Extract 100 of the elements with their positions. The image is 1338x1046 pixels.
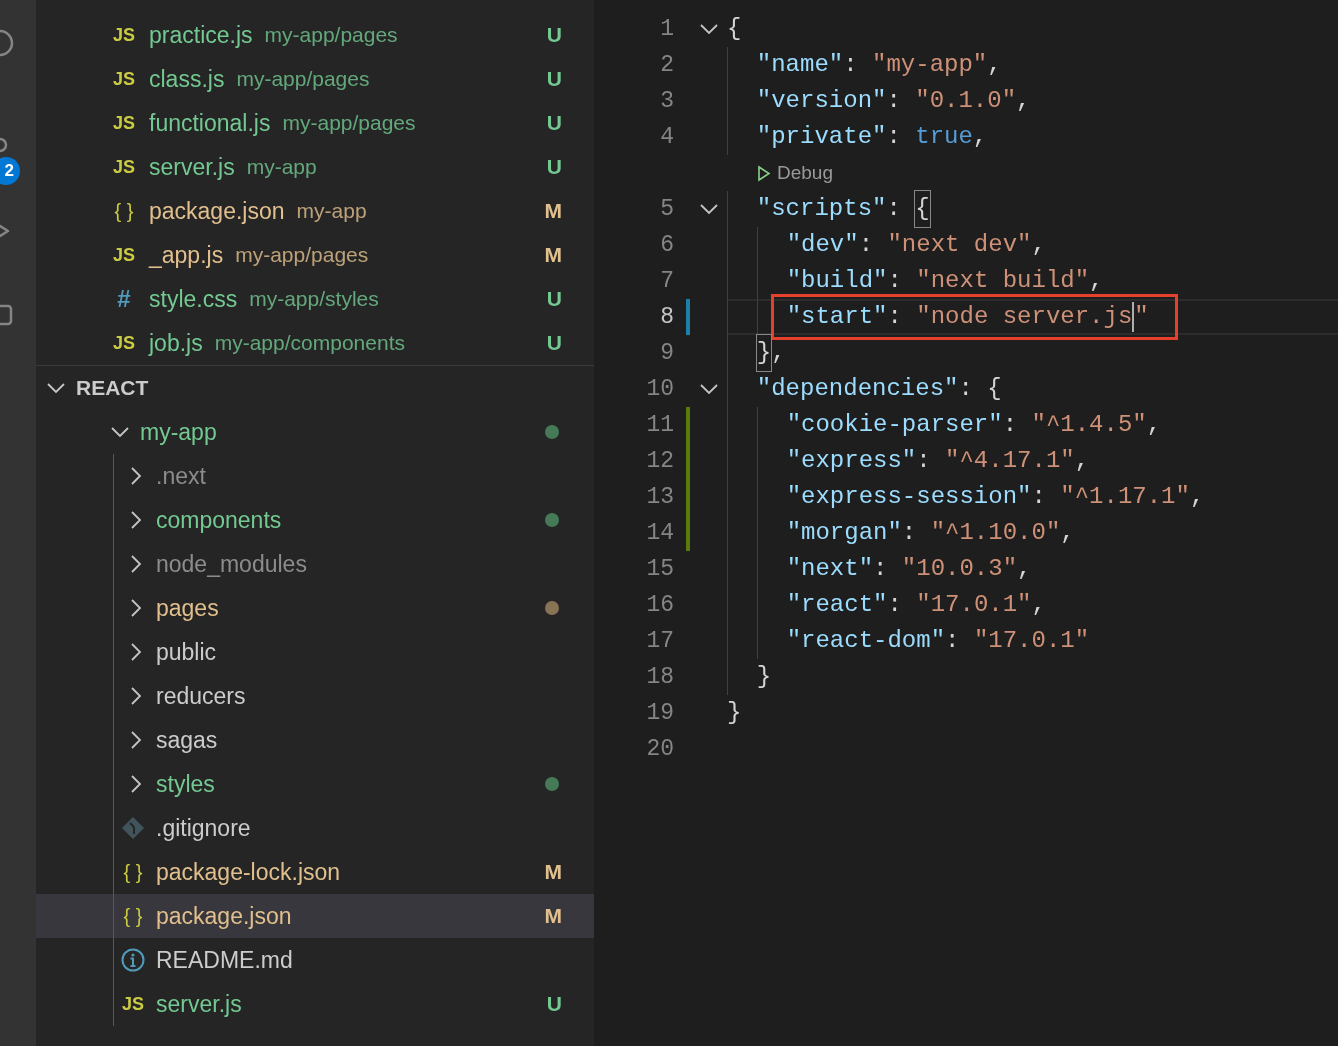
json-key: "morgan"	[786, 515, 902, 551]
text-cursor	[1132, 302, 1135, 332]
tree-row[interactable]: .next	[36, 454, 594, 498]
code-punctuation: {	[915, 191, 930, 227]
line-number: 1	[659, 14, 674, 44]
code-punctuation: :	[945, 626, 961, 656]
file-name: reducers	[156, 681, 246, 711]
git-status: U	[546, 286, 562, 313]
json-file-icon: { }	[121, 906, 145, 926]
git-status: U	[546, 330, 562, 357]
line-number: 17	[645, 626, 674, 656]
line-number: 4	[659, 122, 674, 152]
json-key: "react-dom"	[786, 623, 946, 659]
file-name[interactable]: functional.js	[149, 105, 271, 141]
code-punctuation: }	[727, 698, 742, 728]
file-path: my-app/pages	[264, 22, 398, 49]
file-name[interactable]: package.json	[149, 193, 285, 229]
code-punctuation: }	[756, 335, 772, 371]
file-name[interactable]: style.css	[149, 281, 238, 317]
json-key: "next"	[786, 551, 874, 587]
tree-row[interactable]: { } package-lock.json M	[36, 850, 594, 894]
json-string: "17.0.1"	[973, 626, 1090, 656]
line-number: 16	[645, 590, 674, 620]
tree-row[interactable]: pages	[36, 586, 594, 630]
js-file-icon: JS	[112, 334, 136, 352]
code-punctuation: :	[843, 50, 859, 80]
json-key: "scripts"	[756, 191, 887, 227]
file-name: package.json	[156, 901, 292, 931]
line-number: 7	[659, 266, 674, 296]
file-path: my-app/components	[214, 330, 405, 357]
line-number: 5	[659, 194, 674, 224]
tree-row[interactable]: components	[36, 498, 594, 542]
tree-row[interactable]: { } package.json M	[36, 894, 594, 938]
code-punctuation: : {	[958, 374, 1002, 404]
tree-row[interactable]: styles	[36, 762, 594, 806]
file-name[interactable]: server.js	[149, 149, 235, 185]
line-number: 15	[645, 554, 674, 584]
json-string: "17.0.1"	[916, 590, 1032, 620]
json-string: "	[1134, 302, 1149, 332]
code-punctuation: ,	[1031, 230, 1046, 260]
git-status: M	[544, 198, 562, 225]
file-name: my-app	[140, 417, 217, 447]
code-punctuation: :	[1031, 482, 1047, 512]
code-punctuation: :	[1002, 410, 1019, 440]
code-punctuation: ,	[1060, 518, 1075, 548]
tree-row[interactable]: my-app	[36, 410, 594, 454]
file-name[interactable]: _app.js	[149, 237, 224, 273]
code-punctuation: :	[886, 86, 902, 116]
code-punctuation: ,	[1146, 410, 1162, 440]
file-name[interactable]: job.js	[149, 325, 203, 361]
json-string: "^1.17.1"	[1060, 482, 1190, 512]
line-number: 18	[645, 662, 674, 692]
json-string: "^1.10.0"	[930, 518, 1061, 548]
js-file-icon: JS	[112, 26, 136, 44]
line-number: 20	[645, 734, 674, 764]
json-key: "cookie-parser"	[786, 407, 1003, 443]
code-punctuation: ,	[1017, 554, 1032, 584]
code-punctuation: ,	[972, 122, 988, 152]
line-number: 10	[645, 374, 674, 404]
tree-row[interactable]: JS server.js U	[36, 982, 594, 1026]
file-path: my-app/pages	[236, 66, 370, 93]
codelens-link[interactable]: Debug	[757, 158, 833, 188]
line-number: 6	[659, 230, 674, 260]
file-name[interactable]: practice.js	[149, 17, 253, 53]
file-name: node_modules	[156, 549, 307, 579]
line-number: 14	[645, 518, 674, 548]
tree-row[interactable]: node_modules	[36, 542, 594, 586]
json-key: "build"	[786, 263, 888, 299]
json-string: "^4.17.1"	[945, 446, 1075, 476]
file-name: sagas	[156, 725, 218, 755]
code-punctuation: :	[901, 518, 918, 548]
section-title[interactable]: REACT	[76, 372, 149, 404]
file-name: styles	[156, 769, 215, 799]
code-punctuation: :	[886, 122, 902, 152]
code-punctuation: :	[858, 230, 875, 260]
json-key: "dev"	[786, 227, 859, 263]
json-string: "^1.4.5"	[1031, 410, 1147, 440]
code-punctuation: :	[887, 266, 903, 296]
info-icon	[121, 948, 145, 972]
tree-row[interactable]: sagas	[36, 718, 594, 762]
git-status: U	[546, 110, 562, 137]
tree-row[interactable]: reducers	[36, 674, 594, 718]
file-name: components	[156, 505, 282, 535]
code-punctuation: :	[916, 446, 932, 476]
json-string: "10.0.3"	[901, 554, 1018, 584]
file-path: my-app	[246, 154, 317, 181]
tree-row[interactable]: README.md	[36, 938, 594, 982]
play-icon	[757, 164, 771, 182]
file-name: README.md	[156, 945, 293, 975]
line-number: 11	[645, 410, 674, 440]
file-path: my-app/styles	[249, 286, 379, 313]
file-name[interactable]: class.js	[149, 61, 225, 97]
line-number: 9	[659, 338, 674, 368]
code-punctuation: ,	[1189, 482, 1205, 512]
code-punctuation: :	[886, 194, 902, 224]
tree-row[interactable]: .gitignore	[36, 806, 594, 850]
tree-row[interactable]: public	[36, 630, 594, 674]
file-path: my-app/pages	[235, 242, 369, 269]
code-punctuation: ,	[1016, 86, 1031, 116]
file-name: server.js	[156, 989, 242, 1019]
